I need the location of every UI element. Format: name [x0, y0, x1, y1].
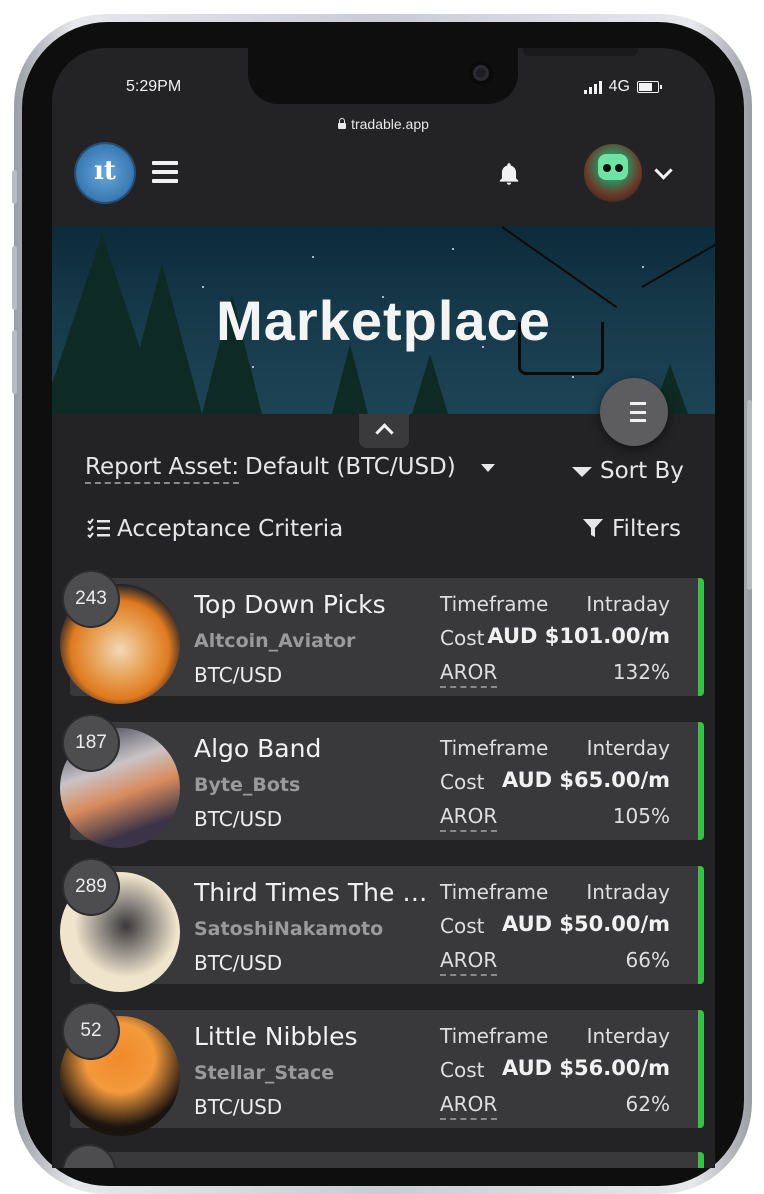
cost-label: Cost [440, 914, 485, 938]
rank-badge: 289 [64, 860, 118, 914]
timeframe-label: Timeframe [440, 880, 549, 904]
strategy-title: Algo Band [194, 734, 322, 763]
aror-label[interactable]: AROR [440, 804, 498, 832]
signal-icon [583, 80, 602, 94]
strategy-pair: BTC/USD [194, 663, 283, 687]
strategy-author[interactable]: Altcoin_Aviator [194, 630, 355, 652]
strategy-pair: BTC/USD [194, 1095, 283, 1119]
cost-value: AUD $56.00/m [502, 1056, 670, 1080]
checklist-icon [87, 518, 110, 539]
strategy-author[interactable]: Byte_Bots [194, 774, 300, 796]
url-text: tradable.app [351, 116, 429, 132]
logo-text: ıt [94, 156, 116, 186]
app-screen: 5:29PM 4G tradable.app ıt Marketplace Re… [52, 48, 715, 1168]
aror-value: 62% [625, 1092, 670, 1116]
cost-label: Cost [440, 1058, 485, 1082]
acceptance-criteria-button[interactable]: Acceptance Criteria [87, 516, 343, 542]
checklist-icon [622, 402, 646, 422]
aror-label[interactable]: AROR [440, 660, 498, 688]
tree-silhouette [412, 354, 448, 414]
rank-badge: 243 [64, 572, 118, 626]
avatar-eye-left [603, 164, 611, 172]
strategy-card[interactable]: 289 Third Times The Ch… SatoshiNakamoto … [60, 860, 704, 992]
aror-value: 132% [612, 660, 670, 684]
caret-down-icon [481, 463, 496, 472]
sort-caret-icon [572, 466, 592, 477]
timeframe-value: Intraday [586, 592, 670, 616]
timeframe-value: Intraday [586, 880, 670, 904]
notch [248, 48, 638, 104]
rank-badge-partial [64, 1146, 114, 1168]
rank-badge: 187 [64, 716, 118, 770]
app-logo[interactable]: ıt [76, 144, 134, 202]
strategy-author[interactable]: SatoshiNakamoto [194, 918, 383, 940]
cost-label: Cost [440, 626, 485, 650]
bell-icon[interactable] [496, 161, 522, 187]
collapse-banner-button[interactable] [359, 414, 409, 448]
cost-value: AUD $65.00/m [502, 768, 670, 792]
user-avatar[interactable] [584, 144, 642, 202]
strategy-author[interactable]: Stellar_Stace [194, 1062, 334, 1084]
chevron-up-icon [375, 423, 394, 442]
strategy-card-partial[interactable] [64, 1146, 704, 1168]
strategy-title: Top Down Picks [194, 590, 386, 619]
address-bar[interactable]: tradable.app [52, 116, 715, 132]
status-indicators: 4G [583, 78, 662, 96]
rank-badge: 52 [64, 1004, 118, 1058]
network-type: 4G [608, 78, 630, 95]
status-time: 5:29PM [126, 78, 182, 95]
page-title: Marketplace [216, 289, 551, 352]
avatar-eye-right [615, 164, 623, 172]
aror-value: 66% [625, 948, 670, 972]
volume-up-button [12, 246, 17, 310]
cost-label: Cost [440, 770, 485, 794]
front-camera [468, 60, 494, 86]
aror-label[interactable]: AROR [440, 948, 498, 976]
timeframe-label: Timeframe [440, 1024, 549, 1048]
tree-silhouette [332, 344, 368, 414]
timeframe-value: Interday [586, 736, 670, 760]
report-asset-select[interactable]: Default (BTC/USD) [245, 454, 496, 480]
strategy-pair: BTC/USD [194, 951, 283, 975]
timeframe-label: Timeframe [440, 592, 549, 616]
hamburger-icon[interactable] [152, 161, 178, 183]
ski-lift-cable [641, 241, 715, 288]
aror-label[interactable]: AROR [440, 1092, 498, 1120]
funnel-icon [583, 519, 603, 537]
chevron-down-icon[interactable] [654, 161, 673, 180]
lock-icon [338, 118, 347, 129]
volume-down-button [12, 330, 17, 394]
cost-value: AUD $50.00/m [502, 912, 670, 936]
aror-value: 105% [612, 804, 670, 828]
strategy-card[interactable]: 243 Top Down Picks Altcoin_Aviator BTC/U… [60, 572, 704, 704]
power-button [747, 400, 752, 590]
earpiece [523, 48, 638, 56]
strategy-pair: BTC/USD [194, 807, 283, 831]
mute-switch [12, 170, 17, 204]
cost-value: AUD $101.00/m [487, 624, 670, 648]
checklist-fab-button[interactable] [600, 378, 668, 446]
filters-button[interactable]: Filters [582, 516, 681, 542]
strategy-card[interactable]: 52 Little Nibbles Stellar_Stace BTC/USD … [60, 1004, 704, 1136]
timeframe-label: Timeframe [440, 736, 549, 760]
sort-by-button[interactable]: Sort By [572, 458, 684, 484]
strategy-card[interactable]: 187 Algo Band Byte_Bots BTC/USD Timefram… [60, 716, 704, 848]
strategy-title: Little Nibbles [194, 1022, 358, 1051]
report-asset-label: Report Asset: [85, 454, 240, 484]
timeframe-value: Interday [586, 1024, 670, 1048]
strategy-title: Third Times The Ch… [194, 878, 438, 907]
battery-icon [637, 81, 662, 93]
